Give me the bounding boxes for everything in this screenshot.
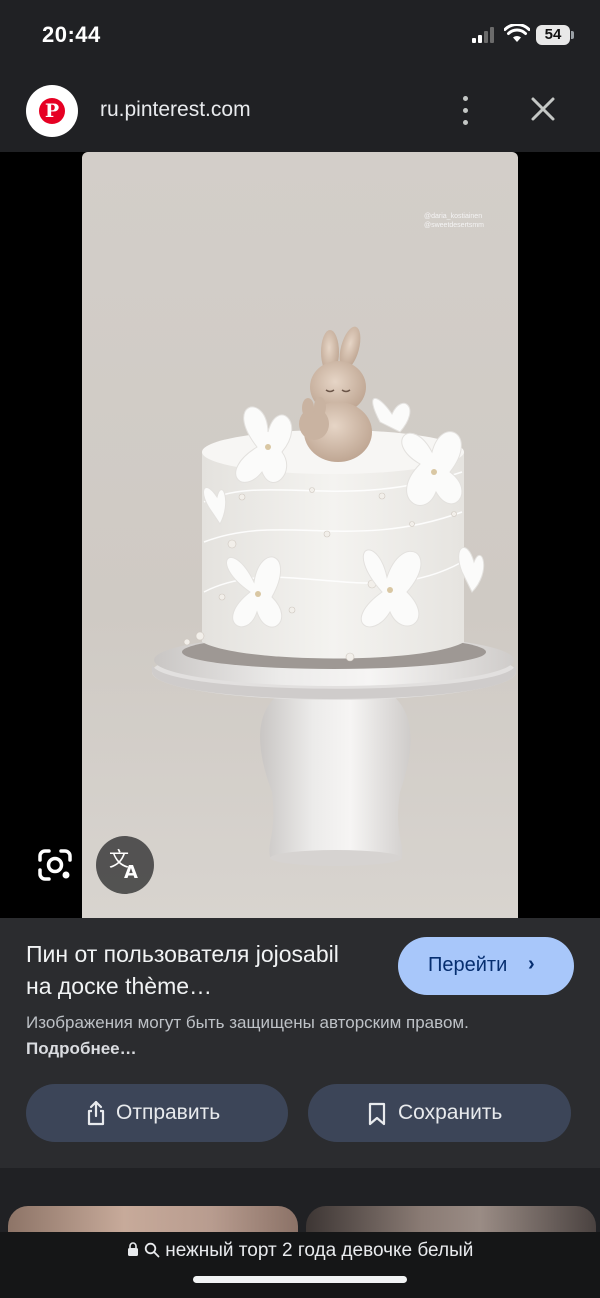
share-button-label: Отправить [116, 1101, 221, 1124]
lock-icon [127, 1242, 138, 1256]
status-bar: 20:44 54 [0, 0, 600, 70]
browser-url-bar: P ru.pinterest.com [0, 72, 600, 152]
save-button-label: Сохранить [398, 1101, 503, 1124]
search-query-bar[interactable]: нежный торт 2 года девочке белый [0, 1232, 600, 1298]
search-icon [144, 1242, 160, 1258]
more-info-link[interactable]: Подробнее… [26, 1039, 137, 1058]
home-indicator[interactable] [193, 1276, 407, 1283]
signal-icon [472, 27, 494, 43]
copyright-text: Изображения могут быть защищены авторски… [26, 1013, 469, 1032]
goto-button-label: Перейти [428, 954, 508, 976]
image-viewer: @daria_kostiainen @sweetdesertsmm 文 A [0, 152, 600, 918]
pinterest-logo-icon[interactable]: P [26, 85, 78, 137]
pin-image[interactable]: @daria_kostiainen @sweetdesertsmm [82, 152, 518, 918]
close-icon[interactable] [526, 92, 560, 126]
save-button[interactable]: Сохранить [308, 1084, 571, 1142]
battery-icon: 54 [536, 25, 574, 45]
translate-icon[interactable]: 文 A [96, 836, 154, 894]
wifi-icon [504, 24, 530, 42]
goto-button[interactable]: Перейти › [398, 937, 574, 995]
status-time: 20:44 [42, 22, 101, 47]
search-query[interactable]: нежный торт 2 года девочке белый [0, 1240, 600, 1262]
google-lens-icon[interactable] [34, 846, 76, 884]
svg-text:A: A [124, 862, 138, 883]
chevron-right-icon: › [528, 953, 535, 975]
more-vert-icon[interactable] [455, 94, 475, 128]
pin-title[interactable]: Пин от пользователя jojosabil на доске t… [26, 938, 366, 1002]
related-results: нежный торт 2 года девочке белый [0, 1168, 600, 1298]
bookmark-icon [368, 1102, 386, 1126]
share-button[interactable]: Отправить [26, 1084, 288, 1142]
pin-info-panel: Пин от пользователя jojosabil на доске t… [0, 918, 600, 1168]
copyright-notice: Изображения могут быть защищены авторски… [26, 1010, 496, 1062]
search-query-text: нежный торт 2 года девочке белый [165, 1240, 474, 1261]
share-icon [87, 1100, 105, 1126]
watermark-line-1: @daria_kostiainen [424, 213, 482, 220]
watermark-line-2: @sweetdesertsmm [424, 222, 484, 229]
url-text[interactable]: ru.pinterest.com [100, 98, 251, 122]
